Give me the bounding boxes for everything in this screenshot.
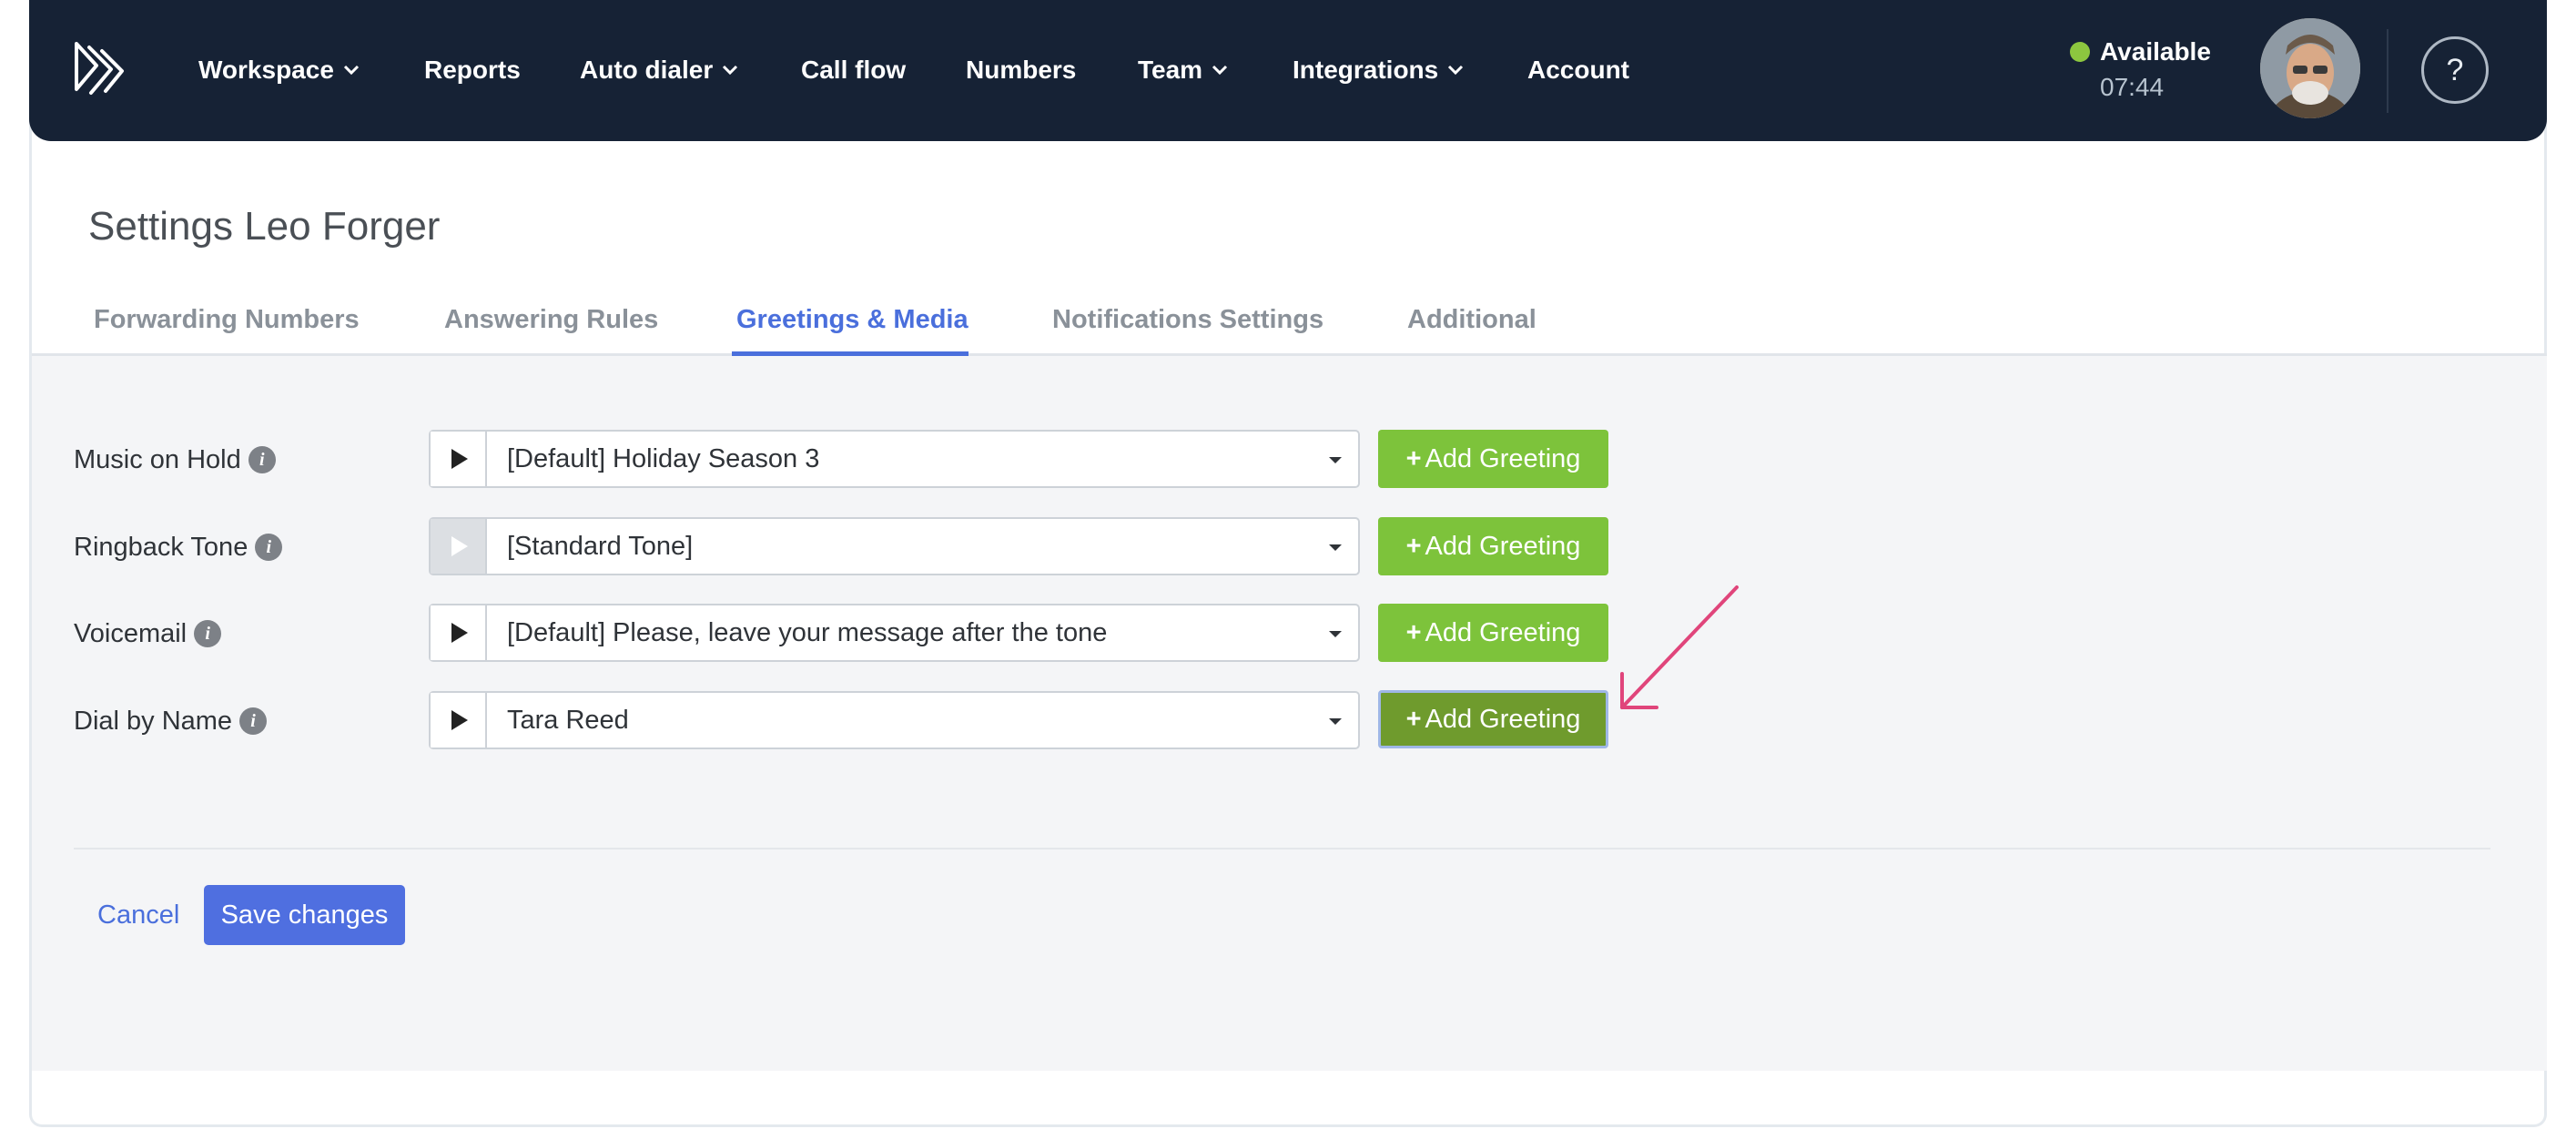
tab-answering-rules[interactable]: Answering Rules: [444, 303, 658, 336]
play-button: [431, 519, 487, 574]
plus-icon: +: [1405, 705, 1422, 734]
voicemail-select[interactable]: [Default] Please, leave your message aft…: [429, 604, 1360, 662]
annotation-arrow-icon: [1620, 585, 1739, 709]
play-icon: [451, 449, 468, 469]
chevron-down-icon: [1212, 65, 1228, 76]
add-greeting-button[interactable]: + Add Greeting: [1378, 690, 1608, 748]
chevron-down-icon: [723, 65, 738, 76]
add-greeting-button[interactable]: + Add Greeting: [1378, 604, 1608, 662]
play-icon: [451, 536, 468, 556]
tab-forwarding-numbers[interactable]: Forwarding Numbers: [94, 303, 360, 336]
help-button[interactable]: ?: [2421, 36, 2489, 104]
nav-auto-dialer[interactable]: Auto dialer: [580, 55, 738, 86]
nav-workspace-label: Workspace: [198, 56, 334, 84]
music-on-hold-select[interactable]: [Default] Holiday Season 3: [429, 430, 1360, 488]
dial-by-name-label: Dial by Name i: [74, 705, 268, 737]
play-button[interactable]: [431, 605, 487, 660]
nav-reports-label: Reports: [424, 56, 521, 84]
ringback-tone-label: Ringback Tone i: [74, 531, 283, 564]
page-title: Settings Leo Forger: [88, 204, 441, 249]
form-divider: [74, 848, 2490, 849]
tab-notifications-settings[interactable]: Notifications Settings: [1052, 303, 1323, 336]
play-button[interactable]: [431, 693, 487, 748]
plus-icon: +: [1405, 618, 1422, 647]
plus-icon: +: [1405, 444, 1422, 473]
voicemail-label: Voicemail i: [74, 617, 222, 650]
play-button[interactable]: [431, 432, 487, 486]
chevron-down-icon: [1448, 65, 1464, 76]
nav-call-flow[interactable]: Call flow: [801, 55, 906, 86]
nav-integrations[interactable]: Integrations: [1293, 55, 1464, 86]
avatar[interactable]: [2260, 18, 2360, 118]
tab-additional[interactable]: Additional: [1407, 303, 1536, 336]
row-label-text: Music on Hold: [74, 445, 241, 474]
caret-down-icon: [1329, 544, 1342, 551]
selected-value: [Default] Please, leave your message aft…: [507, 618, 1108, 647]
nav-team[interactable]: Team: [1138, 55, 1228, 86]
status-timer: 07:44: [2100, 73, 2165, 101]
nav-auto-dialer-label: Auto dialer: [580, 56, 714, 84]
tab-greetings-media[interactable]: Greetings & Media: [736, 303, 969, 336]
selected-value: [Standard Tone]: [507, 532, 694, 561]
nav-call-flow-label: Call flow: [801, 56, 907, 84]
add-greeting-button[interactable]: + Add Greeting: [1378, 517, 1608, 575]
user-avatar-icon: [2260, 18, 2360, 118]
nav-numbers[interactable]: Numbers: [966, 55, 1076, 86]
caret-down-icon: [1329, 457, 1342, 463]
nav-account-label: Account: [1527, 56, 1629, 84]
status-indicator-icon: [2070, 42, 2090, 62]
play-icon: [451, 710, 468, 730]
music-on-hold-label: Music on Hold i: [74, 443, 276, 476]
top-navbar: Workspace Reports Auto dialer Call flow …: [29, 0, 2547, 141]
save-changes-button[interactable]: Save changes: [204, 885, 405, 945]
info-icon[interactable]: i: [239, 707, 268, 735]
selected-value: Tara Reed: [507, 706, 629, 735]
info-icon[interactable]: i: [248, 446, 276, 473]
nav-divider: [2387, 29, 2388, 113]
help-icon: ?: [2446, 53, 2464, 87]
caret-down-icon: [1329, 631, 1342, 637]
play-icon: [451, 623, 468, 643]
chevron-down-icon: [343, 65, 359, 76]
add-greeting-label: Add Greeting: [1425, 532, 1581, 561]
plus-icon: +: [1405, 532, 1422, 561]
nav-reports[interactable]: Reports: [424, 55, 521, 86]
nav-workspace[interactable]: Workspace: [198, 55, 360, 86]
nav-integrations-label: Integrations: [1293, 56, 1439, 84]
info-icon[interactable]: i: [255, 534, 283, 561]
add-greeting-label: Add Greeting: [1425, 444, 1581, 473]
nav-numbers-label: Numbers: [966, 56, 1077, 84]
row-label-text: Voicemail: [74, 619, 188, 648]
logo-icon[interactable]: [69, 38, 127, 98]
selected-value: [Default] Holiday Season 3: [507, 444, 820, 473]
nav-team-label: Team: [1138, 56, 1203, 84]
add-greeting-label: Add Greeting: [1425, 705, 1581, 734]
add-greeting-label: Add Greeting: [1425, 618, 1581, 647]
dial-by-name-select[interactable]: Tara Reed: [429, 691, 1360, 749]
row-label-text: Ringback Tone: [74, 533, 248, 562]
caret-down-icon: [1329, 718, 1342, 725]
add-greeting-button[interactable]: + Add Greeting: [1378, 430, 1608, 488]
status-label[interactable]: Available: [2100, 36, 2211, 67]
info-icon[interactable]: i: [194, 620, 222, 647]
ringback-tone-select[interactable]: [Standard Tone]: [429, 517, 1360, 575]
nav-account[interactable]: Account: [1527, 55, 1629, 86]
row-label-text: Dial by Name: [74, 707, 233, 736]
cancel-button[interactable]: Cancel: [97, 899, 179, 931]
